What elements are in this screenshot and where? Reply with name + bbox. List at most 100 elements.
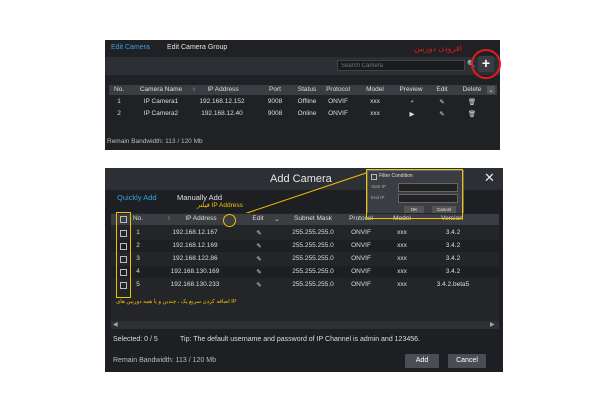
row-status: Online	[297, 110, 317, 117]
row-no: 2	[136, 242, 140, 249]
tab-quickly-add[interactable]: Quickly Add	[117, 193, 157, 202]
row-subnet-mask: 255.255.255.0	[292, 255, 334, 262]
row-protocol: ONVIF	[351, 255, 371, 262]
col-model: Model	[366, 86, 384, 93]
row-ip: 192.168.12.40	[201, 110, 243, 117]
row-version: 3.4.2	[445, 242, 461, 249]
sort-up-icon[interactable]: ↑	[189, 86, 199, 93]
scroll-right-icon[interactable]: ▶	[490, 321, 495, 328]
row-subnet-mask: 255.255.255.0	[292, 281, 334, 288]
tab-edit-camera-group[interactable]: Edit Camera Group	[167, 44, 227, 51]
tab-edit-camera[interactable]: Edit Camera	[111, 44, 150, 51]
remain-bandwidth: Remain Bandwidth: 113 / 120 Mb	[107, 138, 203, 145]
edit-icon[interactable]: ✎	[254, 242, 264, 250]
row-model: xxx	[397, 242, 407, 249]
row-no: 1	[117, 98, 121, 105]
edit-icon[interactable]: ✎	[437, 98, 447, 106]
checkbox-column-highlight	[116, 212, 131, 298]
col-port: Port	[269, 86, 281, 93]
row-no: 4	[136, 268, 140, 275]
row-protocol: ONVIF	[351, 281, 371, 288]
row-model: xxx	[397, 268, 407, 275]
row-version: 3.4.2	[445, 255, 461, 262]
col-preview: Preview	[399, 86, 423, 93]
col-delete: Delete	[462, 86, 482, 93]
table-row[interactable]: 5 192.168.130.233 ✎ 255.255.255.0 ONVIF xxx 3.…	[111, 279, 499, 291]
row-ip: 192.168.12.167	[172, 229, 218, 236]
add-camera-button[interactable]: +	[478, 56, 494, 72]
col-camera-name: Camera Name	[139, 86, 183, 93]
row-version: 3.4.2	[445, 229, 461, 236]
col-edit: Edit	[436, 86, 448, 93]
row-port: 9008	[267, 98, 283, 105]
scroll-left-icon[interactable]: ◀	[113, 321, 118, 328]
row-ip: 192.168.122.86	[172, 255, 218, 262]
col-no: No.	[132, 215, 144, 222]
table-row[interactable]: 3 192.168.122.86 ✎ 255.255.255.0 ONVIF xxx 3.4…	[111, 253, 499, 265]
remain-bandwidth: Remain Bandwidth: 113 / 120 Mb	[113, 357, 216, 364]
row-protocol: ONVIF	[351, 242, 371, 249]
row-subnet-mask: 255.255.255.0	[292, 268, 334, 275]
row-subnet-mask: 255.255.255.0	[292, 229, 334, 236]
camera-table-header: No. Camera Name ↑ IP Address Port Status…	[109, 85, 497, 95]
play-icon[interactable]: ▶	[407, 110, 417, 118]
close-icon[interactable]: ✕	[484, 170, 495, 186]
col-edit: Edit	[252, 215, 264, 222]
row-model: xxx	[370, 110, 380, 117]
edit-icon[interactable]: ✎	[254, 268, 264, 276]
row-version: 3.4.2	[445, 268, 461, 275]
row-subnet-mask: 255.255.255.0	[292, 242, 334, 249]
col-protocol: Protocol	[326, 86, 350, 93]
add-camera-annotation: افزودن دوربین	[414, 44, 463, 53]
row-protocol: ONVIF	[328, 98, 348, 105]
row-ip: 192.168.12.169	[172, 242, 218, 249]
row-protocol: ONVIF	[351, 268, 371, 275]
selected-count: Selected: 0 / 5	[113, 336, 158, 343]
preview-icon[interactable]: ◕	[407, 98, 417, 105]
row-status: Offline	[297, 98, 317, 105]
search-input[interactable]	[337, 60, 465, 71]
row-model: xxx	[397, 281, 407, 288]
horizontal-scrollbar[interactable]: ◀ ▶	[111, 321, 499, 329]
row-model: xxx	[370, 98, 380, 105]
row-camera-name: IP Camera1	[143, 98, 179, 105]
add-button[interactable]: Add	[405, 354, 439, 368]
ip-filter-highlight	[223, 214, 236, 227]
row-protocol: ONVIF	[351, 229, 371, 236]
filter-popup-highlight	[366, 169, 463, 219]
table-row[interactable]: 2 IP Camera2 192.168.12.40 9008 Online O…	[109, 109, 497, 119]
col-no: No.	[113, 86, 125, 93]
table-row[interactable]: 4 192.168.130.169 ✎ 255.255.255.0 ONVIF xxx 3.…	[111, 266, 499, 278]
row-port: 9008	[267, 110, 283, 117]
toolbar: 🔍	[105, 57, 500, 75]
edit-icon[interactable]: ✎	[437, 110, 447, 118]
row-ip: 192.168.130.169	[170, 268, 220, 275]
row-no: 1	[136, 229, 140, 236]
table-row[interactable]: 1 192.168.12.167 ✎ 255.255.255.0 ONVIF xxx 3.4…	[111, 227, 499, 239]
row-no: 5	[136, 281, 140, 288]
cancel-button[interactable]: Cancel	[448, 354, 486, 368]
col-ip-address: IP Address	[185, 215, 217, 222]
row-camera-name: IP Camera2	[143, 110, 179, 117]
tip-text: Tip: The default username and password o…	[180, 336, 420, 343]
col-ip-address: IP Address	[207, 86, 239, 93]
row-no: 2	[117, 110, 121, 117]
chevron-down-icon[interactable]: ⌄	[487, 86, 495, 94]
trash-icon[interactable]: 🗑	[467, 98, 477, 106]
chevron-down-icon[interactable]: ⌄	[272, 215, 282, 223]
edit-icon[interactable]: ✎	[254, 229, 264, 237]
edit-icon[interactable]: ✎	[254, 255, 264, 263]
col-subnet-mask: Subnet Mask	[294, 215, 332, 222]
row-model: xxx	[397, 255, 407, 262]
trash-icon[interactable]: 🗑	[467, 110, 477, 118]
sort-up-icon[interactable]: ↑	[165, 215, 173, 222]
table-row[interactable]: 1 IP Camera1 192.168.12.152 9008 Offline…	[109, 97, 497, 107]
row-ip: 192.168.12.152	[199, 98, 245, 105]
batch-add-annotation: اضافه کردن سریع یک ، چندین و یا همه دورب…	[116, 299, 237, 305]
edit-camera-panel: Edit Camera Edit Camera Group 🔍	[105, 40, 500, 150]
row-no: 3	[136, 255, 140, 262]
table-row[interactable]: 2 192.168.12.169 ✎ 255.255.255.0 ONVIF xxx 3.4…	[111, 240, 499, 252]
col-status: Status	[297, 86, 317, 93]
row-ip: 192.168.130.233	[170, 281, 220, 288]
edit-icon[interactable]: ✎	[254, 281, 264, 289]
